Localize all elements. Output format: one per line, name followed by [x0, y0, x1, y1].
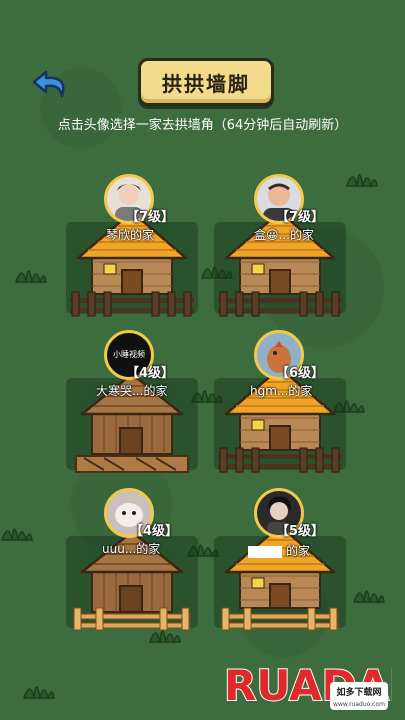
house-card[interactable]: 【6级】 hgm...的家	[214, 330, 346, 474]
watermark-logo: RUADADUO 如多下载网 www.ruaduo.com	[222, 642, 405, 714]
house-level: 【6级】	[276, 366, 325, 381]
house-level: 【5级】	[276, 524, 325, 539]
house-card[interactable]: 【7级】 盒😀...的家	[214, 174, 346, 318]
grass-tuft-icon	[352, 590, 385, 604]
house-owner-label: 的家	[286, 544, 311, 558]
grass-tuft-icon	[22, 686, 55, 700]
avatar-logo-text: 小睡视频	[113, 349, 145, 359]
house-level: 【7级】	[276, 210, 325, 225]
watermark-site-url: www.ruaduo.com	[333, 701, 385, 708]
house-level: 【4级】	[126, 366, 175, 381]
house-owner: 盒😀...的家	[254, 228, 314, 242]
page-title: 拱拱墙脚	[138, 58, 274, 106]
watermark-site-cn: 如多下载网	[336, 686, 381, 698]
house-card[interactable]: 【5级】 的家	[214, 488, 346, 632]
house-card[interactable]: 【7级】 琴欣的家	[66, 174, 198, 318]
name-redaction-block	[248, 545, 282, 558]
house-card[interactable]: 【4级】 uuu...的家	[66, 488, 198, 632]
grass-tuft-icon	[14, 270, 47, 284]
back-arrow-icon[interactable]	[32, 66, 72, 104]
house-owner: 的家	[248, 542, 310, 559]
instruction-text: 点击头像选择一家去拱墙角（64分钟后自动刷新）	[57, 118, 348, 133]
house-owner: hgm...的家	[250, 384, 313, 398]
house-owner: 琴欣的家	[106, 228, 155, 242]
grass-tuft-icon	[0, 528, 33, 542]
watermark-brand-logo: RUADADUO 如多下载网 www.ruaduo.com	[223, 660, 405, 711]
grass-tuft-icon	[345, 174, 378, 188]
house-level: 【4级】	[130, 524, 179, 539]
house-level: 【7级】	[126, 210, 175, 225]
house-owner: 大寒哭...的家	[96, 384, 168, 398]
house-owner: uuu...的家	[102, 542, 161, 556]
house-card[interactable]: 小睡视频 【4级】 大寒哭...的家	[66, 330, 198, 474]
